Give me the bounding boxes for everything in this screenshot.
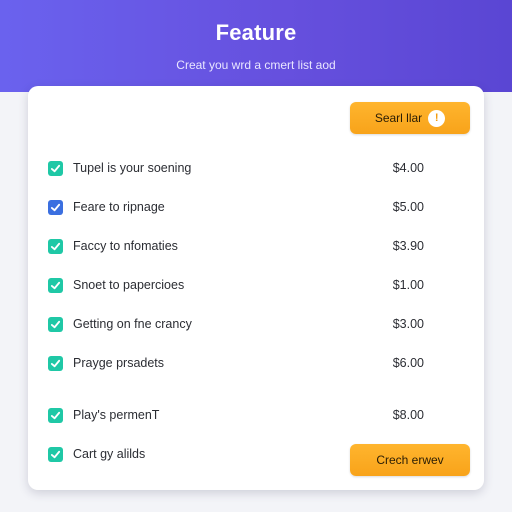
page-title: Feature: [215, 20, 297, 45]
item-label: Snoet to papercioes: [73, 278, 185, 292]
item-price: $8.00: [392, 408, 424, 422]
page-subtitle: Creat you wrd a cmert list aod: [176, 58, 336, 72]
list-item: Snoet to papercioes $1.00: [48, 276, 448, 296]
check-icon: [50, 203, 61, 212]
create-review-button-label: Crech erwev: [376, 453, 444, 467]
item-price: $3.90: [392, 239, 424, 253]
check-icon: [50, 411, 61, 420]
check-icon: [50, 450, 61, 459]
list-item: Tupel is your soening $4.00: [48, 159, 448, 179]
item-label: Feare to ripnage: [73, 200, 165, 214]
exclamation-icon: !: [428, 109, 446, 127]
item-price: $5.00: [392, 200, 424, 214]
create-review-button[interactable]: Crech erwev: [350, 444, 470, 476]
checkbox-checked[interactable]: [48, 161, 63, 176]
checkbox-checked[interactable]: [48, 356, 63, 371]
item-price: $3.00: [392, 317, 424, 331]
checkbox-checked[interactable]: [48, 200, 63, 215]
search-button[interactable]: Searl llar !: [350, 102, 470, 134]
check-icon: [50, 359, 61, 368]
feature-list-card: Searl llar ! Tupel is your soening $4.00…: [28, 86, 484, 490]
checkbox-checked[interactable]: [48, 239, 63, 254]
item-label: Getting on fne crancy: [73, 317, 192, 331]
list-item: Faccy to nfomaties $3.90: [48, 237, 448, 257]
item-label: Tupel is your soening: [73, 161, 192, 175]
header-banner: Feature Creat you wrd a cmert list aod: [0, 0, 512, 92]
check-icon: [50, 281, 61, 290]
checkbox-checked[interactable]: [48, 408, 63, 423]
check-icon: [50, 242, 61, 251]
item-label: Play's permenT: [73, 408, 160, 422]
item-price: $4.00: [392, 161, 424, 175]
item-price: $1.00: [392, 278, 424, 292]
checkbox-checked[interactable]: [48, 317, 63, 332]
list-item: Prayge prsadets $6.00: [48, 354, 448, 374]
item-label: Faccy to nfomaties: [73, 239, 178, 253]
check-icon: [50, 164, 61, 173]
list-item: Play's permenT $8.00: [48, 406, 448, 426]
list-item: Feare to ripnage $5.00: [48, 198, 448, 218]
check-icon: [50, 320, 61, 329]
item-label: Cart gy alilds: [73, 447, 146, 461]
item-price: $6.00: [392, 356, 424, 370]
checkbox-checked[interactable]: [48, 278, 63, 293]
list-item: Getting on fne crancy $3.00: [48, 315, 448, 335]
search-button-label: Searl llar: [374, 111, 423, 125]
item-label: Prayge prsadets: [73, 356, 165, 370]
checkbox-checked[interactable]: [48, 447, 63, 462]
